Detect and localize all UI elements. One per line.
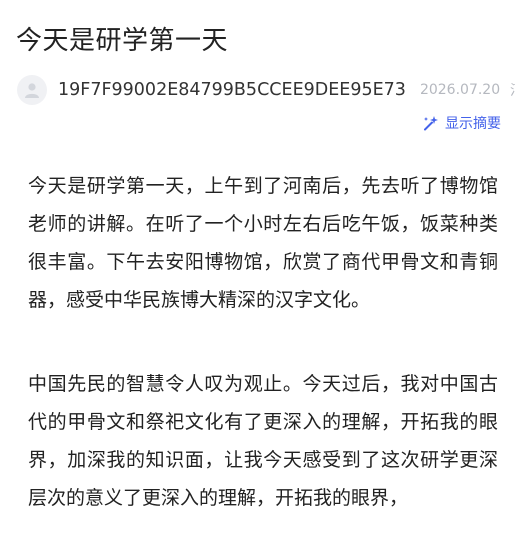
author-meta: 19F7F99002E84799B5CCEE9DEE95E73 2026.07.… bbox=[17, 75, 515, 105]
article-page: 今天是研学第一天 19F7F99002E84799B5CCEE9DEE95E73… bbox=[0, 0, 515, 542]
publish-region: 河南 bbox=[510, 80, 515, 100]
ai-sparkle-icon bbox=[424, 115, 438, 130]
author-name[interactable]: 19F7F99002E84799B5CCEE9DEE95E73 bbox=[58, 80, 406, 100]
article-body: 今天是研学第一天，上午到了河南后，先去听了博物馆老师的讲解。在听了一个小时左右后… bbox=[28, 167, 498, 517]
page-title: 今天是研学第一天 bbox=[16, 26, 229, 56]
article-paragraph: 今天是研学第一天，上午到了河南后，先去听了博物馆老师的讲解。在听了一个小时左右后… bbox=[28, 175, 498, 311]
show-summary-button[interactable]: 显示摘要 bbox=[422, 113, 501, 133]
avatar[interactable] bbox=[17, 75, 47, 105]
show-summary-label: 显示摘要 bbox=[445, 116, 501, 132]
publish-date: 2026.07.20 bbox=[419, 82, 501, 98]
user-icon bbox=[25, 83, 39, 98]
article-paragraph: 中国先民的智慧令人叹为观止。今天过后，我对中国古代的甲骨文和祭祀文化有了更深入的… bbox=[28, 373, 498, 509]
